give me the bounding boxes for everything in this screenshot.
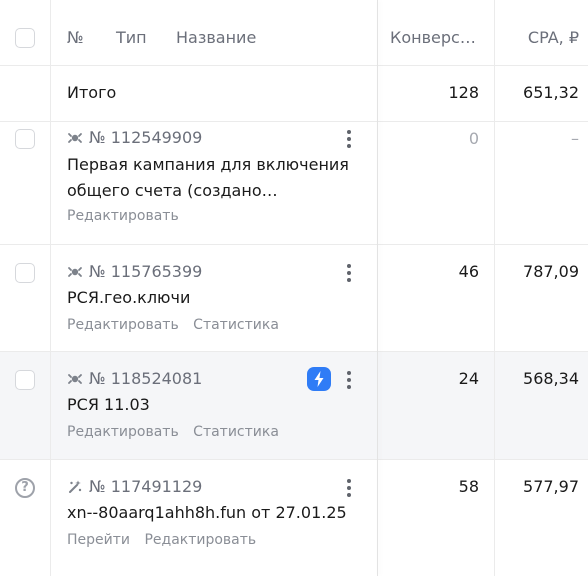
row-actions: Перейти Редактировать [67,532,266,548]
network-campaign-icon [68,373,82,384]
totals-row: Итого 128 651,32 [0,66,588,122]
row-cpa: 787,09 [523,262,579,281]
open-link[interactable]: Перейти [67,532,130,548]
campaign-id[interactable]: № 118524081 [67,369,202,388]
row-actions: Редактировать Статистика [67,424,289,440]
column-divider [50,0,51,576]
campaign-name[interactable]: РСЯ 11.03 [67,392,357,418]
totals-cpa: 651,32 [523,83,579,102]
row-cpa: – [571,129,579,148]
campaign-name[interactable]: xn--80aarq1ahh8h.fun от 27.01.25 [67,500,357,526]
network-campaign-icon [68,132,82,143]
row-menu-button[interactable] [342,262,356,284]
lightning-icon[interactable] [307,367,331,391]
question-icon[interactable]: ? [15,478,35,498]
campaign-name[interactable]: Первая кампания для включения общего сче… [67,152,357,204]
statistics-link[interactable]: Статистика [193,317,279,333]
campaign-id[interactable]: № 117491129 [67,477,202,496]
row-actions: Редактировать [67,208,189,224]
campaign-id[interactable]: № 115765399 [67,262,202,281]
row-checkbox[interactable] [15,263,35,283]
totals-label: Итого [67,83,117,102]
campaigns-table: № Тип Название Конверс… CPA, ₽ Итого 128… [0,0,588,576]
campaign-name[interactable]: РСЯ.гео.ключи [67,285,357,311]
row-conversions: 46 [458,262,479,281]
magic-campaign-icon [69,480,82,493]
column-header-cpa[interactable]: CPA, ₽ [528,28,579,47]
column-header-type[interactable]: Тип [116,28,147,47]
column-header-name[interactable]: Название [176,28,256,47]
campaign-id[interactable]: № 112549909 [67,128,202,147]
table-row: ? № 117491129 xn--80aarq1ahh8h.fun от 27… [0,460,588,576]
edit-link[interactable]: Редактировать [67,208,179,224]
table-row: № 112549909 Первая кампания для включени… [0,122,588,245]
edit-link[interactable]: Редактировать [144,532,256,548]
statistics-link[interactable]: Статистика [193,424,279,440]
row-actions: Редактировать Статистика [67,317,289,333]
row-menu-button[interactable] [342,369,356,391]
table-header: № Тип Название Конверс… CPA, ₽ [0,0,588,66]
row-checkbox[interactable] [15,129,35,149]
frozen-column-divider [377,0,378,576]
network-campaign-icon [68,266,82,277]
edit-link[interactable]: Редактировать [67,317,179,333]
column-header-number[interactable]: № [67,28,84,47]
row-menu-button[interactable] [342,128,356,150]
row-conversions: 0 [468,129,479,148]
table-row: № 115765399 РСЯ.гео.ключи Редактировать … [0,245,588,352]
row-checkbox[interactable] [15,370,35,390]
column-header-conversions[interactable]: Конверс… [390,28,476,47]
select-all-checkbox[interactable] [15,28,35,48]
column-divider [494,0,495,576]
table-row: № 118524081 РСЯ 11.03 Редактировать Стат… [0,352,588,460]
row-cpa: 577,97 [523,477,579,496]
row-conversions: 58 [458,477,479,496]
totals-conversions: 128 [448,83,479,102]
row-menu-button[interactable] [342,477,356,499]
row-conversions: 24 [458,369,479,388]
row-cpa: 568,34 [523,369,579,388]
edit-link[interactable]: Редактировать [67,424,179,440]
